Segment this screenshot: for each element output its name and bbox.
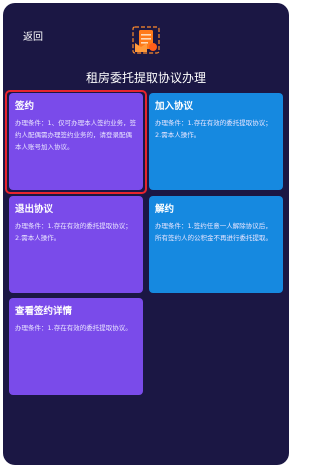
card-view-details[interactable]: 查看签约详情 办理条件：1.存在有效的委托提取协议。 bbox=[9, 298, 143, 395]
card-join-agreement-desc: 办理条件：1.存在有效的委托提取协议；2.需本人操作。 bbox=[155, 119, 272, 139]
app-screen: 返回 租房委托提取协议办理 签约 办理条件：1、仅可办理本人签约业务，签约人配偶… bbox=[3, 3, 289, 465]
card-exit-agreement[interactable]: 退出协议 办理条件：1.存在有效的委托提取协议；2.需本人操作。 bbox=[9, 196, 143, 293]
card-cancel-agreement-desc: 办理条件：1.签约任意一人解除协议后，所有签约人的公积金不再进行委托提取。 bbox=[155, 222, 272, 242]
card-sign-desc: 办理条件：1、仅可办理本人签约业务，签约人配偶需办理签约业务的，请登录配偶本人账… bbox=[15, 119, 137, 151]
card-sign[interactable]: 签约 办理条件：1、仅可办理本人签约业务，签约人配偶需办理签约业务的，请登录配偶… bbox=[9, 93, 143, 190]
contract-document-icon bbox=[129, 23, 163, 57]
back-button[interactable]: 返回 bbox=[23, 28, 43, 43]
card-join-agreement[interactable]: 加入协议 办理条件：1.存在有效的委托提取协议；2.需本人操作。 bbox=[149, 93, 283, 190]
card-sign-title: 签约 bbox=[15, 101, 35, 112]
card-cancel-agreement-title: 解约 bbox=[155, 204, 175, 215]
card-cancel-agreement[interactable]: 解约 办理条件：1.签约任意一人解除协议后，所有签约人的公积金不再进行委托提取。 bbox=[149, 196, 283, 293]
card-view-details-title: 查看签约详情 bbox=[15, 306, 73, 317]
page-title: 租房委托提取协议办理 bbox=[85, 71, 206, 85]
card-join-agreement-title: 加入协议 bbox=[155, 101, 194, 112]
card-exit-agreement-desc: 办理条件：1.存在有效的委托提取协议；2.需本人操作。 bbox=[15, 222, 132, 242]
card-view-details-desc: 办理条件：1.存在有效的委托提取协议。 bbox=[15, 324, 132, 332]
card-exit-agreement-title: 退出协议 bbox=[15, 204, 54, 215]
